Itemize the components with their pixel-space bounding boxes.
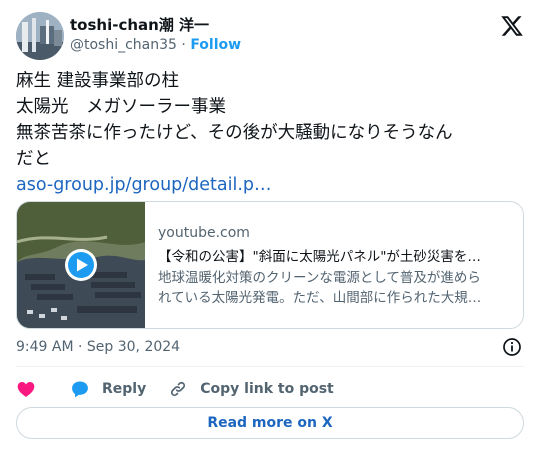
read-more-button[interactable]: Read more on X xyxy=(16,407,524,439)
reply-button[interactable]: Reply xyxy=(70,379,146,399)
tweet-link[interactable]: aso-group.jp/group/detail.p… xyxy=(16,172,521,198)
like-button[interactable] xyxy=(16,379,48,399)
info-icon[interactable] xyxy=(502,337,522,357)
tweet-line: だと xyxy=(16,149,51,169)
copy-link-button[interactable]: Copy link to post xyxy=(168,379,334,399)
display-name[interactable]: toshi-chan潮 洋一 xyxy=(70,15,241,35)
card-text: youtube.com 【令和の公害】"斜面に太陽光パネル"が土砂災害を… 地球… xyxy=(158,224,514,308)
reply-label: Reply xyxy=(102,381,147,397)
x-logo-icon[interactable] xyxy=(500,14,524,38)
card-description: 地球温暖化対策のクリーンな電源として普及が進めら れている太陽光発電。ただ、山間… xyxy=(158,268,514,308)
follow-button[interactable]: Follow xyxy=(190,37,241,53)
timestamp[interactable]: 9:49 AM · Sep 30, 2024 xyxy=(16,337,180,357)
link-icon xyxy=(171,381,186,397)
handle[interactable]: @toshi_chan35 xyxy=(70,37,177,53)
author-names: toshi-chan潮 洋一 @toshi_chan35 · Follow xyxy=(70,15,241,55)
tweet-line: 麻生 建設事業部の柱 xyxy=(16,71,180,91)
copy-link-label: Copy link to post xyxy=(200,381,334,397)
card-domain: youtube.com xyxy=(158,225,250,241)
play-icon[interactable] xyxy=(64,248,98,282)
divider xyxy=(16,366,524,367)
heart-icon xyxy=(17,382,35,397)
card-description-line: れている太陽光発電。ただ、山間部に作られた大規… xyxy=(158,290,482,306)
tweet-line: 無茶苦茶に作ったけど、その後が大騒動になりそうなん xyxy=(16,123,453,143)
card-description-line: 地球温暖化対策のクリーンな電源として普及が進めら xyxy=(158,270,481,286)
link-card[interactable]: youtube.com 【令和の公害】"斜面に太陽光パネル"が土砂災害を… 地球… xyxy=(16,201,524,329)
tweet-text: 麻生 建設事業部の柱 太陽光 メガソーラー事業 無茶苦茶に作ったけど、その後が大… xyxy=(16,68,521,198)
tweet-line: 太陽光 メガソーラー事業 xyxy=(16,97,226,117)
tweet-header: toshi-chan潮 洋一 @toshi_chan35 · Follow xyxy=(16,12,524,60)
handle-line: @toshi_chan35 · Follow xyxy=(70,35,241,55)
card-thumbnail[interactable] xyxy=(17,202,145,328)
reply-icon xyxy=(72,381,88,398)
avatar[interactable] xyxy=(16,12,64,60)
card-title[interactable]: 【令和の公害】"斜面に太陽光パネル"が土砂災害を… xyxy=(158,247,514,267)
separator-dot: · xyxy=(181,37,186,53)
action-bar: Reply Copy link to post xyxy=(16,377,356,401)
avatar-image xyxy=(16,12,64,60)
